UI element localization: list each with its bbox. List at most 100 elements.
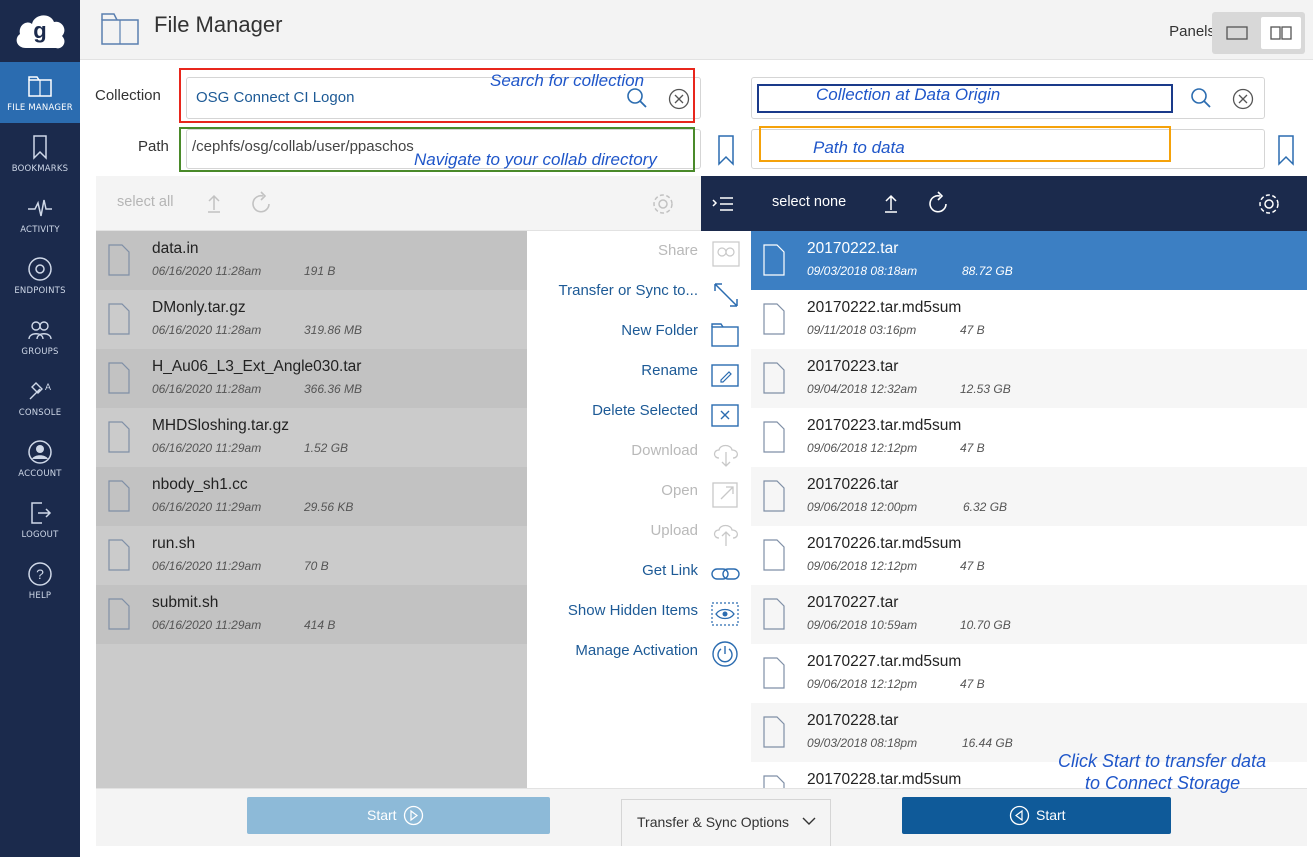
sync-options-label: Transfer & Sync Options [637, 814, 789, 830]
up-folder-icon[interactable] [204, 192, 224, 214]
refresh-icon[interactable] [928, 191, 950, 215]
select-none-button[interactable]: select none [772, 194, 846, 210]
file-name: 20170226.tar [807, 476, 899, 493]
refresh-icon[interactable] [251, 191, 273, 215]
file-date: 06/16/2020 11:29am [152, 618, 262, 632]
file-size: 47 B [960, 323, 985, 337]
bookmark-icon[interactable] [716, 134, 736, 166]
bookmark-icon[interactable] [1276, 134, 1296, 166]
right-file-list: 20170222.tar 09/03/2018 08:18am 88.72 GB… [751, 231, 1307, 788]
sidebar-item-activity[interactable]: ACTIVITY [0, 184, 80, 245]
file-name: submit.sh [152, 594, 219, 611]
transfer-action[interactable]: Transfer or Sync to... [527, 274, 751, 314]
open-icon [712, 482, 738, 508]
chevron-down-icon [802, 817, 816, 825]
file-name: 20170227.tar [807, 594, 899, 611]
sidebar-item-groups[interactable]: GROUPS [0, 306, 80, 367]
sidebar-item-label: ACTIVITY [20, 225, 60, 235]
sidebar-item-file-manager[interactable]: FILE MANAGER [0, 62, 80, 123]
list-item[interactable]: 20170227.tar.md5sum 09/06/2018 12:12pm 4… [751, 644, 1307, 703]
file-icon [763, 775, 785, 788]
file-name: 20170223.tar [807, 358, 899, 375]
list-item[interactable]: data.in 06/16/2020 11:28am 191 B [96, 231, 527, 290]
file-date: 09/06/2018 12:00pm [807, 500, 918, 514]
file-date: 09/03/2018 08:18pm [807, 736, 918, 750]
start-left-button[interactable]: Start [247, 797, 550, 834]
sidebar-item-endpoints[interactable]: ENDPOINTS [0, 245, 80, 306]
manage-activation-action[interactable]: Manage Activation [527, 634, 751, 674]
file-size: 1.52 GB [304, 441, 349, 455]
clear-icon[interactable] [1232, 88, 1254, 110]
single-panel-button[interactable] [1217, 17, 1257, 49]
download-action[interactable]: Download [527, 434, 751, 474]
file-icon [763, 657, 785, 689]
share-action[interactable]: Share [527, 234, 751, 274]
download-icon [713, 444, 739, 467]
new-folder-icon [711, 323, 739, 347]
rename-icon [711, 364, 739, 387]
file-size: 10.70 GB [960, 618, 1011, 632]
gear-icon[interactable] [1257, 192, 1281, 216]
file-size: 12.53 GB [960, 382, 1011, 396]
transfer-sync-options[interactable]: Transfer & Sync Options [621, 799, 831, 847]
rename-action[interactable]: Rename [527, 354, 751, 394]
sidebar-item-bookmarks[interactable]: BOOKMARKS [0, 123, 80, 184]
sidebar-item-label: GROUPS [21, 347, 59, 357]
folders-icon [28, 76, 52, 97]
file-size: 47 B [960, 677, 985, 691]
sidebar-item-label: ACCOUNT [18, 469, 62, 479]
list-item[interactable]: run.sh 06/16/2020 11:29am 70 B [96, 526, 527, 585]
sidebar-item-logout[interactable]: LOGOUT [0, 489, 80, 550]
sidebar-item-account[interactable]: ACCOUNT [0, 428, 80, 489]
annotation-search-collection: Search for collection [490, 71, 645, 90]
list-item[interactable]: 20170222.tar 09/03/2018 08:18am 88.72 GB [751, 231, 1307, 290]
file-size: 70 B [304, 559, 329, 573]
power-icon [712, 641, 738, 667]
file-date: 09/06/2018 12:12pm [807, 441, 918, 455]
file-name: 20170222.tar [807, 240, 899, 257]
panel-menu-icon[interactable] [711, 194, 735, 214]
file-size: 29.56 KB [304, 500, 354, 514]
list-item[interactable]: 20170226.tar.md5sum 09/06/2018 12:12pm 4… [751, 526, 1307, 585]
open-action[interactable]: Open [527, 474, 751, 514]
list-item[interactable]: 20170222.tar.md5sum 09/11/2018 03:16pm 4… [751, 290, 1307, 349]
left-toolbar: select all [96, 176, 701, 231]
svg-text:g: g [33, 18, 46, 43]
dual-panel-button[interactable] [1261, 17, 1301, 49]
gear-icon[interactable] [651, 192, 675, 216]
file-date: 09/04/2018 12:32am [807, 382, 918, 396]
start-right-button[interactable]: Start [902, 797, 1171, 834]
list-item[interactable]: nbody_sh1.cc 06/16/2020 11:29am 29.56 KB [96, 467, 527, 526]
search-icon[interactable] [1190, 87, 1212, 109]
dual-panel-icon [1270, 26, 1292, 40]
list-item[interactable]: 20170226.tar 09/06/2018 12:00pm 6.32 GB [751, 467, 1307, 526]
play-icon [403, 805, 424, 826]
file-name: nbody_sh1.cc [152, 476, 248, 493]
list-item[interactable]: MHDSloshing.tar.gz 06/16/2020 11:29am 1.… [96, 408, 527, 467]
list-item[interactable]: 20170223.tar.md5sum 09/06/2018 12:12pm 4… [751, 408, 1307, 467]
list-item[interactable]: 20170223.tar 09/04/2018 12:32am 12.53 GB [751, 349, 1307, 408]
list-item[interactable]: submit.sh 06/16/2020 11:29am 414 B [96, 585, 527, 644]
list-item[interactable]: DMonly.tar.gz 06/16/2020 11:28am 319.86 … [96, 290, 527, 349]
up-folder-icon[interactable] [881, 192, 901, 214]
file-size: 88.72 GB [962, 264, 1013, 278]
show-hidden-action[interactable]: Show Hidden Items [527, 594, 751, 634]
list-item[interactable]: H_Au06_L3_Ext_Angle030.tar 06/16/2020 11… [96, 349, 527, 408]
get-link-action[interactable]: Get Link [527, 554, 751, 594]
file-size: 366.36 MB [304, 382, 363, 396]
collection-label: Collection [95, 87, 161, 104]
globus-logo[interactable]: g [12, 8, 68, 54]
file-name: 20170227.tar.md5sum [807, 653, 962, 670]
list-item[interactable]: 20170227.tar 09/06/2018 10:59am 10.70 GB [751, 585, 1307, 644]
new-folder-action[interactable]: New Folder [527, 314, 751, 354]
endpoint-icon [28, 257, 52, 281]
delete-action[interactable]: Delete Selected [527, 394, 751, 434]
upload-action[interactable]: Upload [527, 514, 751, 554]
file-name: 20170226.tar.md5sum [807, 535, 962, 552]
upload-icon [713, 524, 739, 546]
sidebar-item-console[interactable]: A CONSOLE [0, 367, 80, 428]
select-all-button[interactable]: select all [117, 194, 173, 210]
file-date: 09/06/2018 10:59am [807, 618, 918, 632]
sidebar-item-help[interactable]: ? HELP [0, 550, 80, 611]
action-label: Upload [650, 522, 698, 539]
